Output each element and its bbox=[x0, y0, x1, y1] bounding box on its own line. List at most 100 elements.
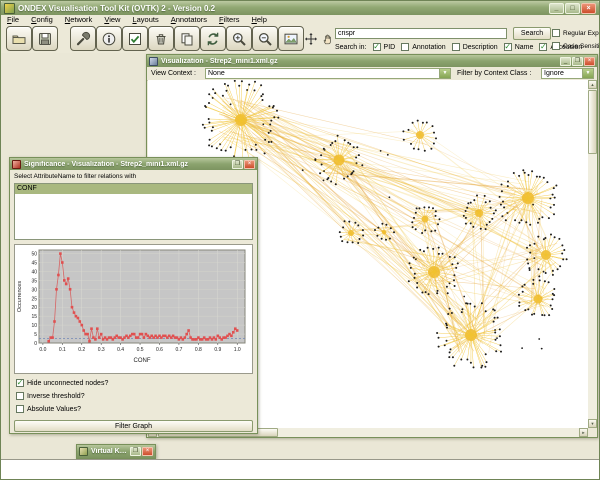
search-field-accession-checkbox[interactable]: ✓ bbox=[539, 43, 548, 51]
search-field-description-checkbox[interactable] bbox=[451, 43, 460, 51]
significance-window-controls: ❐ × bbox=[232, 159, 255, 169]
menu-item-filters[interactable]: Filters bbox=[213, 15, 245, 25]
refresh-icon bbox=[207, 32, 219, 45]
search-button[interactable]: Search bbox=[513, 27, 551, 40]
command-console[interactable]: Command console v1.0 Type 'help;' for mo… bbox=[1, 459, 599, 479]
filter-option-absolute-values: Absolute Values? bbox=[16, 405, 81, 413]
menu-item-config[interactable]: Config bbox=[25, 15, 59, 25]
filter-option-absolute-values-checkbox[interactable] bbox=[16, 405, 24, 413]
info-button[interactable] bbox=[96, 26, 122, 51]
viz-close-button[interactable]: × bbox=[584, 56, 595, 66]
mdi-desktop: Visualization - Strep2_mini1.xml.gz _ ❐ … bbox=[1, 53, 599, 459]
sig-close-button[interactable]: × bbox=[244, 159, 255, 169]
search-input[interactable] bbox=[335, 28, 507, 39]
save-button[interactable] bbox=[32, 26, 58, 51]
search-field-name-checkbox[interactable]: ✓ bbox=[503, 43, 512, 51]
refresh-button[interactable] bbox=[200, 26, 226, 51]
hand-button[interactable] bbox=[320, 31, 336, 47]
menu-item-layouts[interactable]: Layouts bbox=[126, 15, 164, 25]
filter-context-select[interactable]: Ignore ▼ bbox=[541, 68, 594, 79]
minimized-title: Virtual Kna... bbox=[91, 448, 130, 455]
menu-item-view[interactable]: View bbox=[98, 15, 126, 25]
minimized-title-bar[interactable]: Virtual Kna... ❐ × bbox=[77, 445, 155, 458]
visualization-title: Visualization - Strep2_mini1.xml.gz bbox=[161, 57, 278, 65]
significance-window[interactable]: Significance - Visualization - Strep2_mi… bbox=[9, 157, 258, 434]
app-icon bbox=[4, 2, 15, 14]
pan-icon bbox=[304, 32, 318, 46]
search-options: Regular Expression Case Sensitive bbox=[552, 29, 599, 50]
hand-icon bbox=[323, 34, 331, 45]
filter-option-inverse-threshold-checkbox[interactable] bbox=[16, 392, 24, 400]
search-option-case-sensitive: Case Sensitive bbox=[552, 42, 599, 50]
search-in-row: Search in: ✓ PID Annotation Description ✓ Nam… bbox=[335, 43, 582, 51]
svg-text:0.9: 0.9 bbox=[214, 347, 221, 353]
search-field-name-label: Name bbox=[514, 43, 534, 51]
attribute-list[interactable]: CONF bbox=[14, 183, 253, 240]
tools-icon bbox=[76, 31, 91, 45]
delete-button[interactable] bbox=[148, 26, 174, 51]
menu-item-help[interactable]: Help bbox=[245, 15, 272, 25]
zoom-in-button[interactable] bbox=[226, 26, 252, 51]
search-option-regular-expression: Regular Expression bbox=[552, 29, 599, 37]
svg-text:40: 40 bbox=[31, 269, 37, 275]
open-button[interactable] bbox=[6, 26, 32, 51]
visualization-title-bar[interactable]: Visualization - Strep2_mini1.xml.gz _ ❐ … bbox=[147, 55, 597, 67]
menu-item-file[interactable]: File bbox=[1, 15, 25, 25]
svg-text:0.3: 0.3 bbox=[98, 347, 105, 353]
scroll-right-icon[interactable]: ► bbox=[579, 428, 588, 437]
min-close-button[interactable]: × bbox=[142, 447, 153, 456]
search-option-case-sensitive-label: Case Sensitive bbox=[563, 42, 599, 50]
search-option-regular-expression-label: Regular Expression bbox=[563, 29, 599, 37]
save-icon bbox=[39, 32, 51, 45]
filter-graph-button[interactable]: Filter Graph bbox=[14, 420, 253, 432]
info-icon bbox=[102, 32, 116, 45]
histogram-chart: 0 5 10 15 20 25 30 35 40 45 50 0.0 0.1 0.2 0.3 0.4 0.5 0.… bbox=[14, 244, 253, 374]
view-context-value: None bbox=[208, 70, 225, 77]
minimize-button[interactable]: _ bbox=[549, 2, 564, 14]
search-field-pid-checkbox[interactable]: ✓ bbox=[372, 43, 381, 51]
check-button[interactable] bbox=[122, 26, 148, 51]
close-button[interactable]: × bbox=[581, 2, 596, 14]
significance-title-bar[interactable]: Significance - Visualization - Strep2_mi… bbox=[10, 158, 257, 170]
search-field-annotation-checkbox[interactable] bbox=[401, 43, 410, 51]
min-restore-button[interactable]: ❐ bbox=[130, 447, 141, 456]
copy-button[interactable] bbox=[174, 26, 200, 51]
svg-text:20: 20 bbox=[31, 305, 37, 311]
copy-icon bbox=[181, 32, 193, 45]
viz-minimize-button[interactable]: _ bbox=[560, 56, 571, 66]
tools-button[interactable] bbox=[70, 26, 96, 51]
view-context-select[interactable]: None ▼ bbox=[205, 68, 451, 79]
svg-text:0: 0 bbox=[34, 341, 37, 347]
visualization-window-icon bbox=[149, 56, 158, 66]
significance-window-icon bbox=[12, 159, 21, 169]
svg-text:5: 5 bbox=[34, 332, 37, 338]
sig-restore-button[interactable]: ❐ bbox=[232, 159, 243, 169]
search-field-pid: ✓ PID bbox=[372, 43, 395, 51]
search-option-regular-expression-checkbox[interactable] bbox=[552, 29, 560, 37]
vertical-scrollbar[interactable]: ▲ ▼ bbox=[588, 80, 597, 428]
zoom-out-button[interactable] bbox=[252, 26, 278, 51]
chevron-down-icon[interactable]: ▼ bbox=[582, 69, 593, 78]
pan-button[interactable] bbox=[303, 31, 319, 47]
svg-text:0.4: 0.4 bbox=[117, 347, 124, 353]
scroll-down-icon[interactable]: ▼ bbox=[588, 419, 597, 428]
menu-item-annotators[interactable]: Annotators bbox=[165, 15, 213, 25]
menu-item-network[interactable]: Network bbox=[59, 15, 99, 25]
attribute-item-conf[interactable]: CONF bbox=[15, 184, 252, 194]
search-option-case-sensitive-checkbox[interactable] bbox=[552, 42, 560, 50]
scroll-up-icon[interactable]: ▲ bbox=[588, 80, 597, 89]
filter-option-absolute-values-label: Absolute Values? bbox=[27, 405, 81, 413]
minimized-window[interactable]: Virtual Kna... ❐ × bbox=[76, 444, 156, 459]
zoom-in-icon bbox=[232, 32, 246, 46]
maximize-button[interactable]: □ bbox=[565, 2, 580, 14]
viz-restore-button[interactable]: ❐ bbox=[572, 56, 583, 66]
search-in-label: Search in: bbox=[335, 43, 367, 51]
image-icon bbox=[284, 33, 298, 44]
image-button[interactable] bbox=[278, 26, 304, 51]
filter-context-value: Ignore bbox=[544, 70, 564, 77]
title-bar[interactable]: ONDEX Visualisation Tool Kit (OVTK) 2 - … bbox=[1, 1, 599, 15]
chevron-down-icon[interactable]: ▼ bbox=[439, 69, 450, 78]
menu-bar: File Config Network View Layouts Annotators Fi… bbox=[1, 15, 599, 25]
scrollbar-thumb[interactable] bbox=[588, 90, 597, 154]
filter-option-hide-unconnected-nodes-checkbox[interactable]: ✓ bbox=[16, 379, 24, 387]
